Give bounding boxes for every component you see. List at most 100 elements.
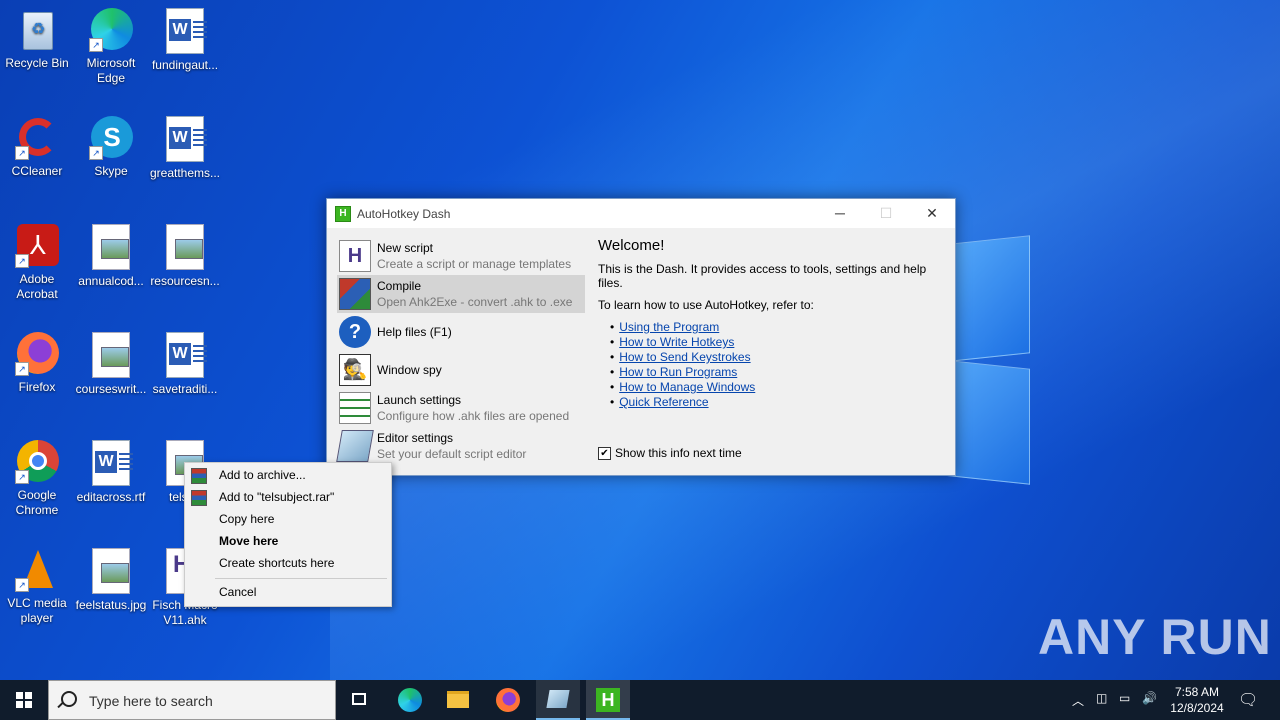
taskbar-file-explorer[interactable] (436, 680, 480, 720)
menu-item-title: Window spy (377, 363, 442, 377)
desktop-icon-label: savetraditi... (152, 382, 218, 396)
image-file-icon (92, 548, 130, 594)
taskbar-edge[interactable] (388, 680, 432, 720)
desktop-icon-firefox[interactable]: ↗ Firefox (0, 332, 74, 395)
menu-item-label: Cancel (219, 585, 257, 599)
desktop-icon-feelstatus[interactable]: feelstatus.jpg (74, 548, 148, 613)
link-using-the-program[interactable]: Using the Program (619, 320, 719, 334)
menu-separator (215, 578, 387, 579)
spy-icon: 🕵 (339, 354, 371, 386)
menu-item-add-to-rar[interactable]: Add to "telsubject.rar" (185, 486, 391, 508)
word-doc-icon: W (166, 332, 207, 378)
menu-item-launch-settings[interactable]: Launch settings Configure how .ahk files … (337, 389, 585, 427)
menu-item-add-to-archive[interactable]: Add to archive... (185, 464, 391, 486)
desktop-icon-fundingaut[interactable]: W fundingaut... (148, 8, 222, 73)
desktop-icon-label: greatthems... (149, 166, 221, 180)
desktop-icon-edge[interactable]: ↗ Microsoft Edge (74, 8, 148, 86)
word-doc-icon: W (166, 8, 207, 54)
desktop-icon-skype[interactable]: S ↗ Skype (74, 116, 148, 179)
link-manage-windows[interactable]: How to Manage Windows (619, 380, 755, 394)
show-info-checkbox[interactable]: ✔ Show this info next time (598, 446, 742, 460)
skype-icon: S ↗ (89, 116, 133, 160)
drag-context-menu: Add to archive... Add to "telsubject.rar… (184, 462, 392, 607)
desktop-icon-ccleaner[interactable]: ↗ CCleaner (0, 116, 74, 179)
watermark-logo: ANY RUN (1038, 609, 1272, 665)
help-links: Using the Program How to Write Hotkeys H… (610, 320, 948, 410)
desktop-icon-label: resourcesn... (150, 274, 220, 288)
taskbar-autohotkey[interactable]: H (586, 680, 630, 720)
desktop-icon-label: Skype (94, 164, 128, 178)
desktop-icon-greatthems[interactable]: W greatthems... (148, 116, 222, 181)
menu-item-window-spy[interactable]: 🕵 Window spy (337, 351, 585, 389)
autohotkey-icon: H (596, 688, 620, 712)
menu-item-subtitle: Open Ahk2Exe - convert .ahk to .exe (377, 295, 573, 309)
taskbar-notepad[interactable] (536, 680, 580, 720)
volume-icon[interactable]: 🔊 (1142, 691, 1157, 705)
chrome-icon: ↗ (15, 440, 59, 484)
link-quick-reference[interactable]: Quick Reference (619, 395, 708, 409)
maximize-button: ☐ (879, 205, 893, 221)
menu-item-editor-settings[interactable]: Editor settings Set your default script e… (336, 427, 585, 465)
word-doc-icon: W (92, 440, 133, 486)
close-button[interactable]: ✕ (909, 199, 955, 228)
tray-overflow-chevron-icon[interactable]: ︿ (1072, 692, 1084, 709)
welcome-heading: Welcome! (598, 237, 665, 254)
desktop-icon-annualcod[interactable]: annualcod... (74, 224, 148, 289)
link-write-hotkeys[interactable]: How to Write Hotkeys (619, 335, 734, 349)
desktop-icon-label: Firefox (18, 380, 56, 394)
desktop-icon-editacross[interactable]: W editacross.rtf (74, 440, 148, 505)
welcome-panel: Welcome! This is the Dash. It provides a… (598, 237, 948, 410)
clock[interactable]: 7:58 AM 12/8/2024 (1166, 684, 1228, 716)
link-run-programs[interactable]: How to Run Programs (619, 365, 737, 379)
menu-item-label: Copy here (219, 512, 275, 526)
network-icon[interactable]: ▭ (1119, 691, 1130, 705)
windows-start-icon (16, 692, 32, 708)
compile-icon (339, 278, 371, 310)
desktop-icon-google-chrome[interactable]: ↗ Google Chrome (0, 440, 74, 518)
menu-item-title: Help files (F1) (377, 325, 452, 339)
folder-icon (447, 691, 469, 708)
shortcut-arrow-icon: ↗ (15, 254, 29, 268)
shortcut-arrow-icon: ↗ (15, 146, 29, 160)
desktop-icon-label: VLC media player (7, 596, 67, 625)
menu-item-subtitle: Set your default script editor (377, 447, 527, 461)
desktop-icon-label: Google Chrome (15, 488, 59, 517)
menu-item-move-here[interactable]: Move here (185, 530, 391, 552)
desktop-icon-recycle-bin[interactable]: ♻ Recycle Bin (0, 8, 74, 71)
taskbar-search-box[interactable]: Type here to search (48, 680, 336, 720)
taskbar-firefox[interactable] (486, 680, 530, 720)
winrar-icon (191, 468, 207, 484)
help-icon: ? (339, 316, 371, 348)
desktop-icon-adobe-acrobat[interactable]: ⅄ ↗ Adobe Acrobat (0, 224, 74, 302)
desktop-icon-label: feelstatus.jpg (75, 598, 147, 612)
ahk-script-icon: H (339, 240, 371, 272)
desktop-icon-label: Adobe Acrobat (16, 272, 58, 301)
meet-now-icon[interactable]: ◫ (1096, 691, 1107, 705)
minimize-button[interactable]: ─ (817, 199, 863, 228)
desktop-icon-label: Recycle Bin (5, 56, 69, 70)
menu-item-copy-here[interactable]: Copy here (185, 508, 391, 530)
desktop-icon-savetraditi[interactable]: W savetraditi... (148, 332, 222, 397)
start-button[interactable] (0, 680, 48, 720)
menu-item-create-shortcuts[interactable]: Create shortcuts here (185, 552, 391, 574)
shortcut-arrow-icon: ↗ (15, 470, 29, 484)
image-file-icon (92, 224, 130, 270)
notifications-icon[interactable]: 🗨 (1238, 690, 1258, 710)
desktop-icon-resourcesn[interactable]: resourcesn... (148, 224, 222, 289)
desktop-icon-courseswrit[interactable]: courseswrit... (74, 332, 148, 397)
menu-item-new-script[interactable]: H New script Create a script or manage te… (337, 237, 585, 275)
edge-icon (398, 688, 422, 712)
vlc-icon: ↗ (15, 548, 59, 592)
menu-item-help-files[interactable]: ? Help files (F1) (337, 313, 585, 351)
shortcut-arrow-icon: ↗ (15, 362, 29, 376)
menu-item-title: Launch settings (377, 393, 462, 407)
task-view-button[interactable] (338, 680, 382, 720)
menu-item-cancel[interactable]: Cancel (185, 581, 391, 603)
desktop-icon-vlc[interactable]: ↗ VLC media player (0, 548, 74, 626)
link-send-keystrokes[interactable]: How to Send Keystrokes (619, 350, 750, 364)
desktop-icon-label: annualcod... (78, 274, 144, 288)
dash-menu: H New script Create a script or manage te… (336, 237, 585, 465)
acrobat-icon: ⅄ ↗ (15, 224, 59, 268)
menu-item-compile[interactable]: Compile Open Ahk2Exe - convert .ahk to .e… (337, 275, 585, 313)
desktop-icon-label: courseswrit... (75, 382, 147, 396)
